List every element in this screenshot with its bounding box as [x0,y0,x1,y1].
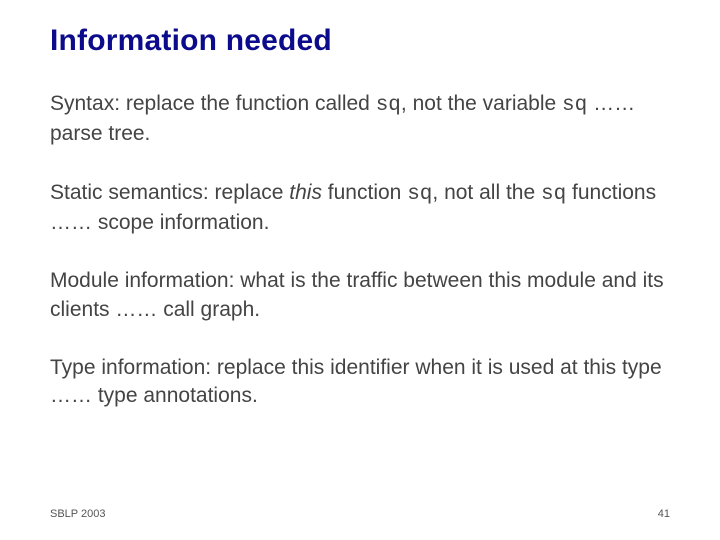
paragraph-module-info: Module information: what is the traffic … [50,267,670,324]
paragraph-type-info: Type information: replace this identifie… [50,354,670,411]
slide-title: Information needed [50,24,670,58]
footer-conference: SBLP 2003 [50,508,105,520]
slide-footer: SBLP 2003 41 [50,508,670,520]
text-run: Type information: replace this identifie… [50,356,662,407]
text-run: Syntax: replace the function called [50,92,376,115]
text-run: Static semantics: replace [50,181,289,204]
paragraph-static-semantics: Static semantics: replace this function … [50,179,670,238]
code-run: sq [376,94,401,117]
footer-page-number: 41 [658,508,670,520]
text-run: Module information: what is the traffic … [50,269,664,320]
text-run: , not the variable [401,92,562,115]
slide: Information needed Syntax: replace the f… [0,0,720,540]
paragraph-syntax: Syntax: replace the function called sq, … [50,90,670,149]
code-run: sq [407,183,432,206]
code-run: sq [541,183,566,206]
italic-run: this [289,181,322,204]
code-run: sq [562,94,587,117]
text-run: function [322,181,407,204]
text-run: , not all the [432,181,541,204]
